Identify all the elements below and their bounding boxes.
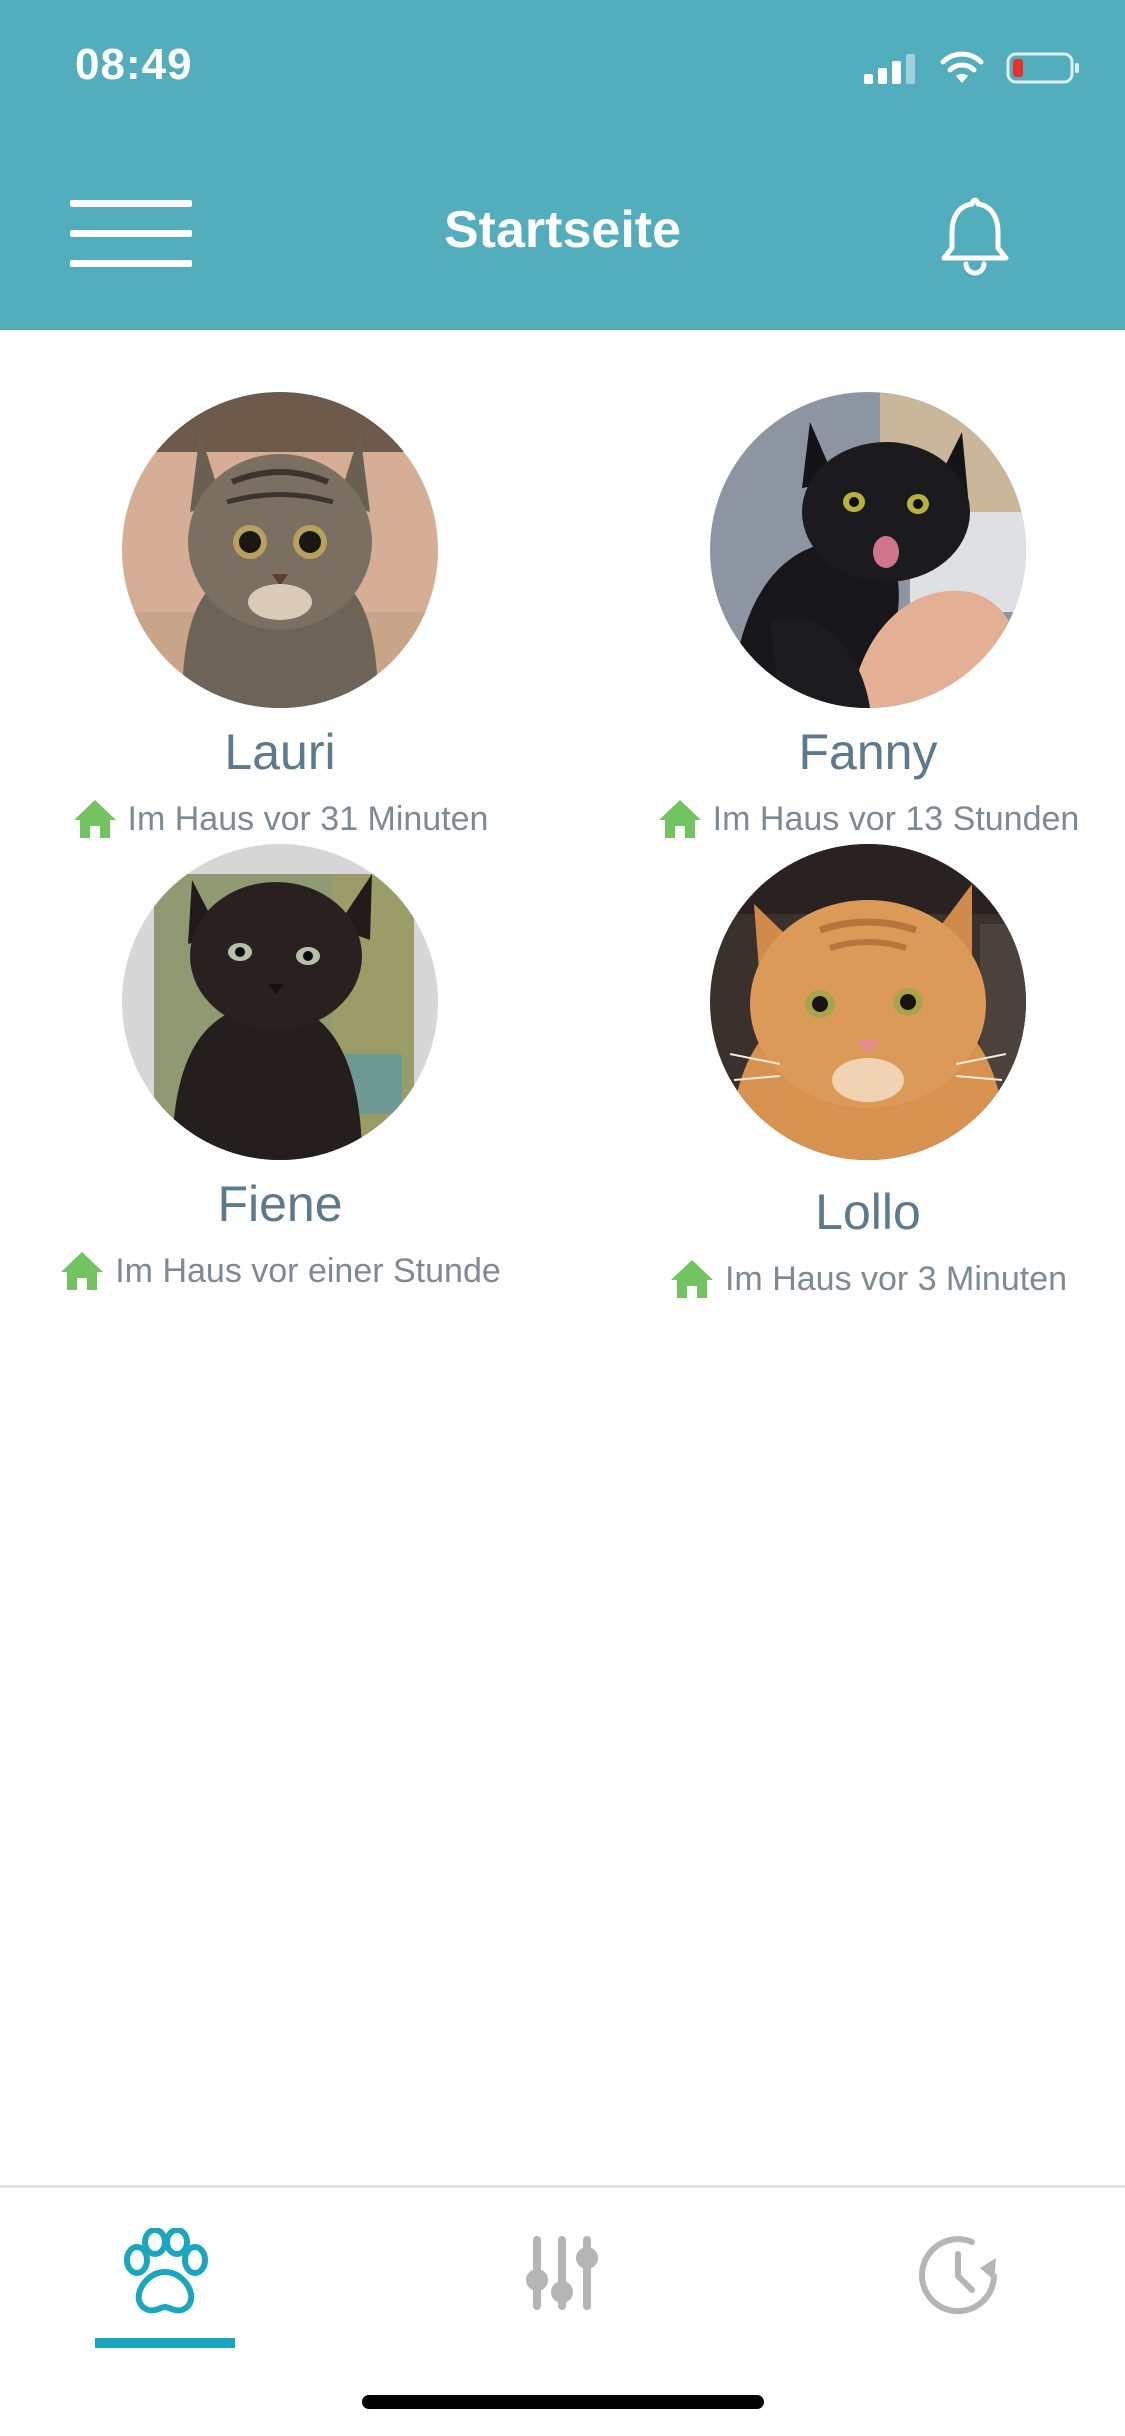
sliders-icon [526,2236,598,2310]
pet-photo-lollo [710,844,1026,1160]
wifi-icon [940,51,984,83]
pet-status-text: Im Haus vor einer Stunde [115,1251,501,1290]
pet-card-fanny[interactable]: Fanny Im Haus vor 13 Stunden [588,392,1125,844]
house-icon [669,1258,715,1300]
home-indicator[interactable] [362,2395,764,2409]
cellular-signal-icon [864,54,915,84]
pet-status: Im Haus vor 3 Minuten [588,1254,1125,1304]
pet-status: Im Haus vor 31 Minuten [0,794,560,844]
pet-name: Fiene [217,1176,343,1232]
pet-name: Fanny [798,724,938,780]
pet-status-text: Im Haus vor 13 Stunden [712,799,1080,838]
tab-settings[interactable] [482,2228,642,2348]
app-header: 08:49 Startseite [0,0,1125,330]
bell-icon[interactable] [930,190,1020,280]
pet-status: Im Haus vor 13 Stunden [588,794,1125,844]
history-icon [919,2236,997,2315]
pet-status-text: Im Haus vor 31 Minuten [127,799,489,838]
status-bar-icons [862,48,1080,88]
paw-icon [124,2228,208,2314]
pet-name: Lollo [815,1184,921,1240]
pet-name: Lauri [224,724,336,780]
pet-photo-fiene [122,844,438,1160]
pet-card-lauri[interactable]: Lauri Im Haus vor 31 Minuten [0,392,560,844]
pet-photo-lauri [122,392,438,708]
pet-status-text: Im Haus vor 3 Minuten [724,1259,1068,1298]
house-icon [72,798,118,840]
pet-status: Im Haus vor einer Stunde [0,1246,560,1296]
tab-pets[interactable] [85,2228,245,2348]
house-icon [657,798,703,840]
tab-history[interactable] [880,2228,1040,2348]
pet-photo-fanny [710,392,1026,708]
active-tab-indicator [95,2338,235,2348]
pet-card-lollo[interactable]: Lollo Im Haus vor 3 Minuten [588,844,1125,1304]
battery-icon [1006,52,1079,84]
pet-grid: Lauri Im Haus vor 31 Minuten Fanny Im Ha… [0,330,1125,2185]
pet-card-fiene[interactable]: Fiene Im Haus vor einer Stunde [0,844,560,1296]
status-bar-time: 08:49 [75,40,193,89]
house-icon [59,1250,105,1292]
